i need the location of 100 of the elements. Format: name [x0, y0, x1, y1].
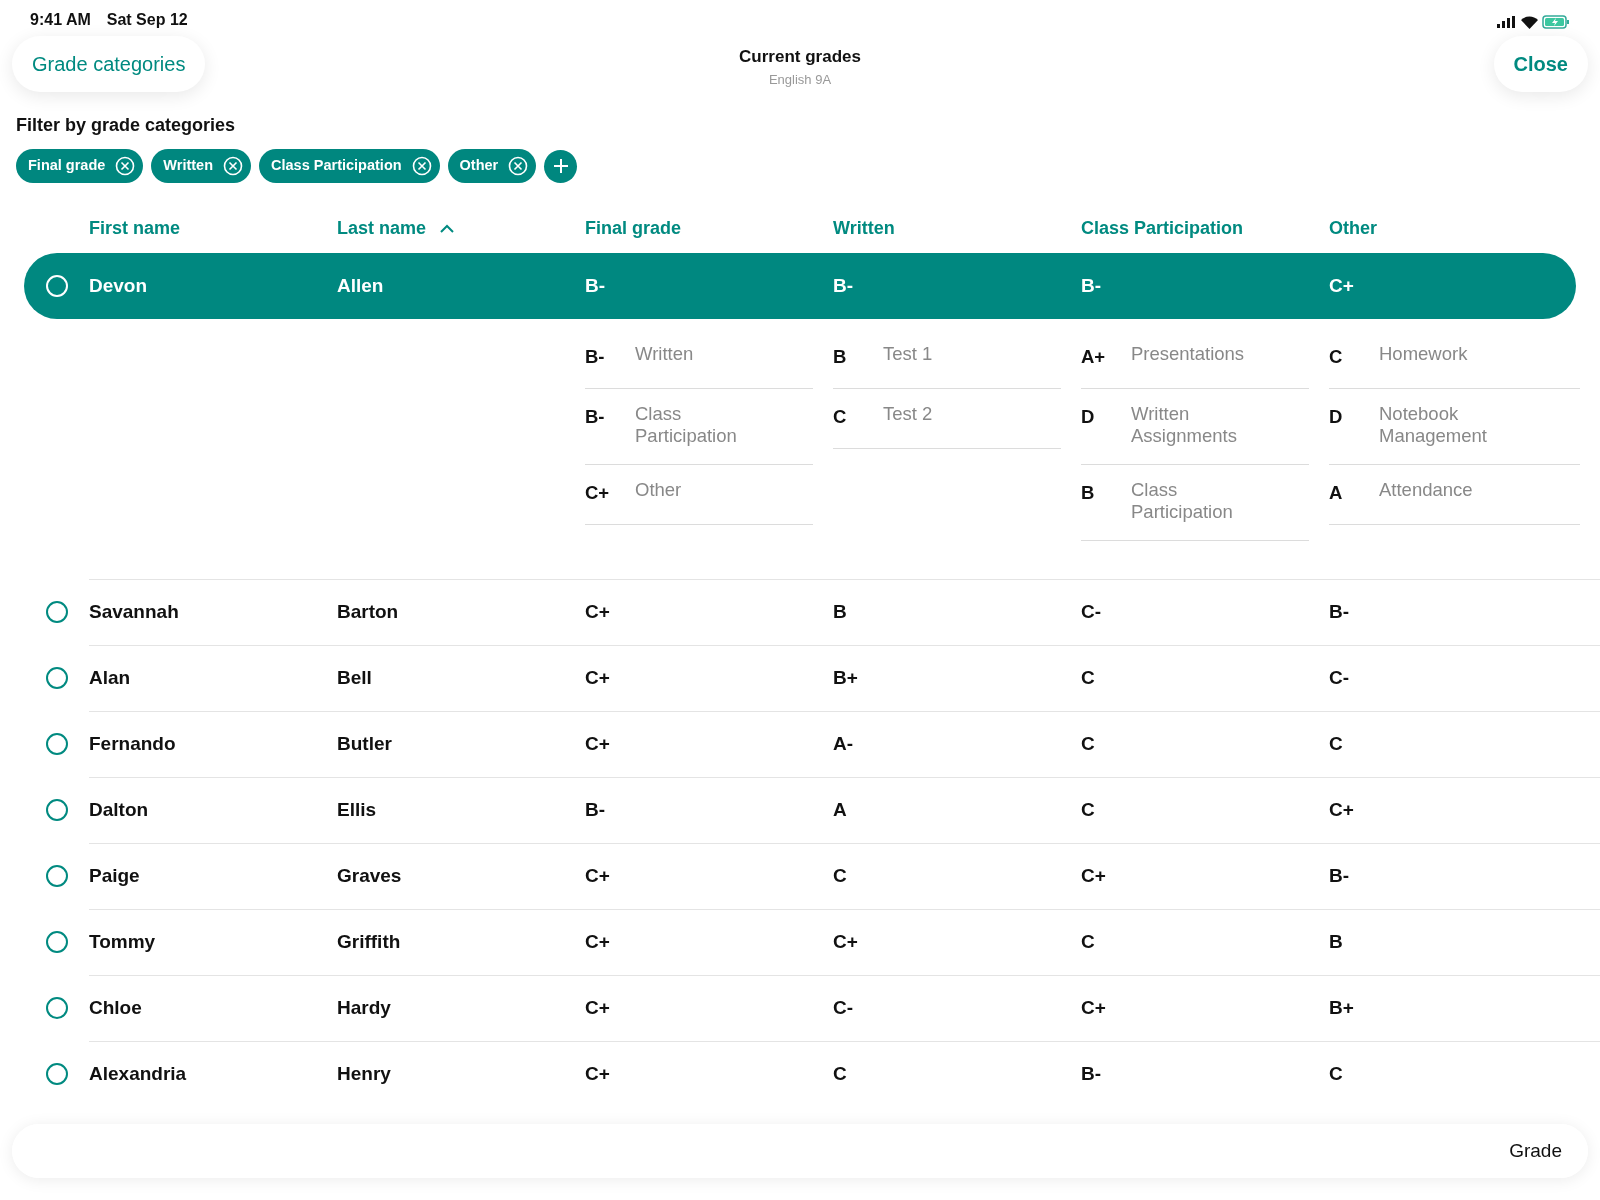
- name-cell-text: Allen: [337, 273, 384, 298]
- name-cell-text: Devon: [89, 273, 148, 298]
- grade-cell-text: C+: [1081, 996, 1106, 1020]
- category-name: Class Participation: [1131, 478, 1234, 523]
- sort-ascending-icon[interactable]: [440, 223, 455, 233]
- grade-cell-text: B+: [833, 666, 858, 690]
- name-cell-text: Hardy: [337, 996, 391, 1020]
- grade-cell-text: C+: [1081, 864, 1106, 888]
- grade-cell-text: C-: [833, 996, 854, 1020]
- filter-chip[interactable]: Written: [151, 149, 252, 183]
- grade-cell-text: C+: [585, 732, 610, 756]
- grade-categories-button[interactable]: Grade categories: [12, 36, 206, 92]
- column-header[interactable]: First name: [89, 214, 181, 242]
- grade-cell-text: B-: [833, 273, 854, 298]
- grade-cell-text: B-: [1329, 864, 1350, 888]
- column-header[interactable]: Last name: [337, 214, 427, 242]
- grade-cell-text: A: [833, 798, 847, 822]
- name-cell-text: Ellis: [337, 798, 377, 822]
- grade-cell-text: B-: [585, 273, 606, 298]
- filter-chip[interactable]: Class Participation: [259, 149, 440, 183]
- plus-icon[interactable]: [552, 158, 569, 174]
- select-circle[interactable]: [46, 930, 68, 953]
- grade-cell-text: B+: [1329, 996, 1354, 1020]
- grade-cell-text: B-: [1081, 273, 1102, 298]
- category-name: Written Assignments: [1131, 402, 1238, 447]
- grade-cell-text: B: [833, 600, 847, 624]
- column-header[interactable]: Final grade: [585, 214, 682, 242]
- remove-icon[interactable]: [115, 156, 136, 176]
- category-name: Test 2: [883, 402, 933, 426]
- grade-cell-text: B-: [585, 404, 606, 429]
- name-cell-text: Barton: [337, 600, 399, 624]
- select-circle[interactable]: [46, 1062, 68, 1085]
- name-cell-text: Griffith: [337, 930, 401, 954]
- grade-cell-text: A+: [1081, 345, 1107, 369]
- grade-cell-text: C: [1081, 798, 1095, 822]
- grade-cell-text: C+: [1329, 273, 1354, 298]
- name-cell-text: Fernando: [89, 732, 176, 756]
- name-cell-text: Dalton: [89, 798, 149, 822]
- grade-cell-text: C+: [585, 1062, 610, 1086]
- grade-cell-text: B: [833, 345, 848, 369]
- select-circle[interactable]: [46, 732, 68, 755]
- name-cell-text: Butler: [337, 732, 392, 756]
- grade-cell-text: C: [833, 864, 847, 888]
- grade-cell-text: C: [1329, 732, 1343, 756]
- name-cell-text: Tommy: [89, 930, 156, 954]
- filter-label: Filter by grade categories: [16, 114, 237, 137]
- selected-row[interactable]: Devon Allen B- B- B- C+: [24, 253, 1576, 319]
- grade-cell-text: B-: [1329, 600, 1350, 624]
- grade-cell-text: C: [833, 1062, 847, 1086]
- grade-cell-text: C: [1081, 732, 1095, 756]
- category-name: Presentations: [1131, 343, 1245, 366]
- select-circle[interactable]: [46, 798, 68, 821]
- grade-cell-text: C: [1081, 930, 1095, 954]
- remove-icon[interactable]: [508, 156, 529, 176]
- status-date: Sat Sep 12: [106, 10, 188, 30]
- category-name: Test 1: [883, 343, 933, 366]
- name-cell-text: Alan: [89, 666, 131, 690]
- name-cell-text: Chloe: [89, 996, 142, 1020]
- filter-chip[interactable]: Other: [447, 149, 537, 183]
- name-cell-text: Paige: [89, 864, 140, 888]
- category-name: Attendance: [1379, 478, 1473, 502]
- wifi-icon: [1521, 15, 1538, 29]
- grade-cell-text: D: [1081, 404, 1096, 429]
- remove-icon[interactable]: [411, 156, 432, 176]
- category-name: Notebook Management: [1379, 402, 1488, 447]
- select-circle[interactable]: [46, 864, 68, 887]
- add-button[interactable]: [544, 149, 578, 183]
- select-circle[interactable]: [46, 996, 68, 1019]
- grade-cell-text: C+: [585, 996, 610, 1020]
- grade-cell-text: C-: [1081, 600, 1102, 624]
- grade-cell-text: C+: [585, 480, 611, 505]
- grade-cell-text: B: [1329, 930, 1343, 954]
- name-cell-text: Henry: [337, 1062, 391, 1086]
- name-cell-text: Graves: [337, 864, 402, 888]
- column-header[interactable]: Written: [833, 214, 895, 242]
- name-cell-text: Alexandria: [89, 1062, 187, 1086]
- select-circle[interactable]: [46, 600, 68, 623]
- grade-cell-text: C: [833, 404, 848, 429]
- category-name: Class Participation: [635, 402, 738, 447]
- column-header[interactable]: Other: [1329, 214, 1377, 242]
- grade-cell-text: C-: [1329, 666, 1350, 690]
- filter-chip[interactable]: Final grade: [16, 149, 144, 183]
- grade-cell-text: D: [1329, 404, 1344, 429]
- grade-cell-text: C+: [1329, 798, 1354, 822]
- close-button[interactable]: Close: [1493, 36, 1588, 92]
- column-header[interactable]: Class Participation: [1081, 214, 1244, 242]
- grade-button[interactable]: Grade: [1509, 1136, 1562, 1166]
- grade-cell-text: C: [1081, 666, 1095, 690]
- name-cell-text: Savannah: [89, 600, 179, 624]
- remove-icon[interactable]: [223, 156, 244, 176]
- grade-cell-text: B: [1081, 480, 1096, 505]
- grade-cell-text: A-: [833, 732, 854, 756]
- subtitle: English 9A: [768, 70, 832, 89]
- title: Current grades: [739, 46, 861, 68]
- grade-cell-text: C+: [585, 666, 610, 690]
- grade-cell-text: B-: [585, 798, 606, 822]
- status-time: 9:41 AM: [30, 10, 91, 30]
- category-name: Written: [635, 343, 694, 366]
- select-circle[interactable]: [46, 666, 68, 689]
- grade-cell-text: C: [1329, 1062, 1343, 1086]
